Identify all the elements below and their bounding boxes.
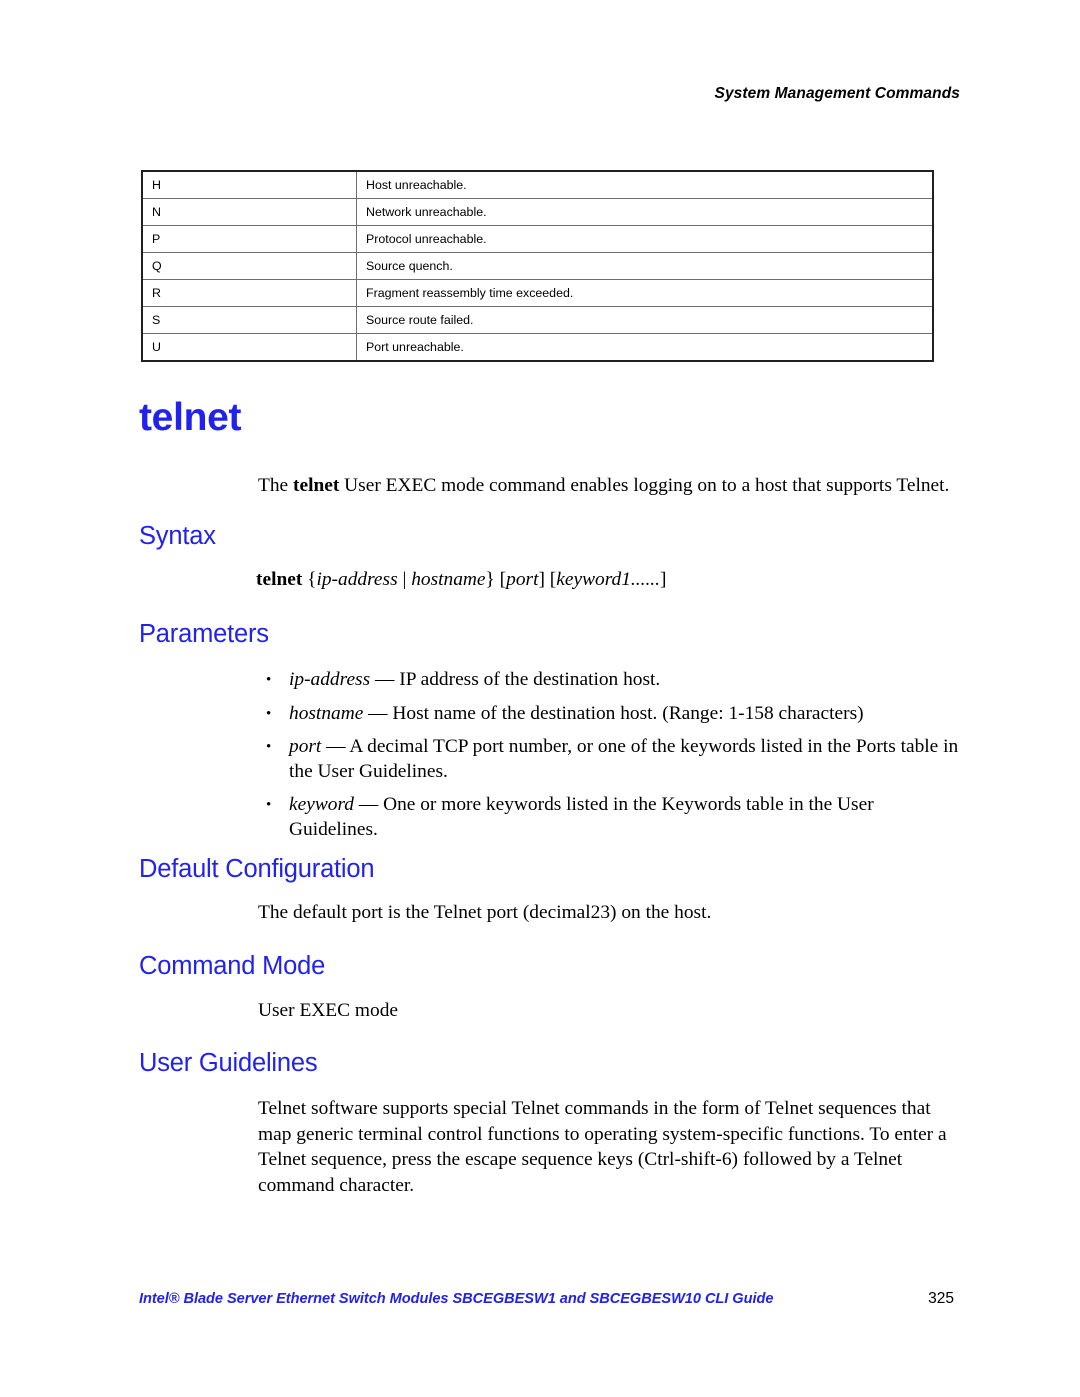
table-row: R Fragment reassembly time exceeded.	[141, 279, 934, 307]
param-term: hostname	[289, 702, 364, 724]
syntax-command-name: telnet	[256, 569, 303, 590]
table-body: H Host unreachable. N Network unreachabl…	[141, 170, 934, 362]
table-cell-code: N	[141, 198, 357, 226]
table-cell-code: R	[141, 279, 357, 307]
section-heading-command-mode: Command Mode	[139, 952, 326, 980]
table-row: U Port unreachable.	[141, 333, 934, 362]
list-item: keyword — One or more keywords listed in…	[258, 792, 964, 842]
intro-command-name: telnet	[293, 475, 340, 496]
syntax-open-brace: {	[302, 569, 317, 590]
list-item: port — A decimal TCP port number, or one…	[258, 734, 964, 784]
param-dash: —	[353, 794, 384, 816]
page-footer: Intel® Blade Server Ethernet Switch Modu…	[139, 1290, 954, 1308]
param-dash: —	[363, 702, 393, 724]
table-cell-code: Q	[141, 252, 357, 280]
syntax-arg-hostname: hostname	[411, 569, 486, 590]
table-cell-code: H	[141, 170, 357, 199]
param-description: IP address of the destination host.	[399, 669, 661, 690]
table-cell-description: Fragment reassembly time exceeded.	[356, 279, 934, 307]
table-cell-description: Network unreachable.	[356, 198, 934, 226]
param-description: A decimal TCP port number, or one of the…	[289, 736, 959, 782]
table-cell-code: U	[141, 333, 357, 362]
syntax-pipe: |	[397, 569, 412, 590]
table-cell-description: Host unreachable.	[356, 170, 934, 199]
user-guidelines-paragraph: Telnet software supports special Telnet …	[258, 1098, 947, 1196]
footer-page-number: 325	[928, 1290, 954, 1307]
section-heading-user-guidelines: User Guidelines	[139, 1049, 318, 1077]
footer-document-title: Intel® Blade Server Ethernet Switch Modu…	[139, 1291, 774, 1307]
syntax-arg-port: port	[506, 569, 539, 590]
syntax-arg-ip-address: ip-address	[316, 569, 398, 590]
syntax-command-line: telnet {ip-address | hostname} [port] [k…	[256, 568, 666, 592]
table-row: S Source route failed.	[141, 306, 934, 334]
param-dash: —	[370, 669, 400, 690]
list-item: ip-address — IP address of the destinati…	[258, 667, 964, 693]
table-row: H Host unreachable.	[141, 170, 934, 199]
intro-after: User EXEC mode command enables logging o…	[339, 475, 950, 496]
syntax-arg-keyword: keyword1......	[556, 569, 661, 590]
table-cell-description: Protocol unreachable.	[356, 225, 934, 253]
default-configuration-text: The default port is the Telnet port (dec…	[258, 902, 712, 923]
section-heading-syntax: Syntax	[139, 522, 216, 550]
table-cell-code: S	[141, 306, 357, 334]
intro-before: The	[258, 475, 293, 496]
command-intro-paragraph: The telnet User EXEC mode command enable…	[258, 474, 949, 499]
table-row: P Protocol unreachable.	[141, 225, 934, 253]
document-page: System Management Commands H Host unreac…	[0, 0, 1080, 1397]
icmp-code-table: H Host unreachable. N Network unreachabl…	[141, 170, 934, 362]
param-dash: —	[321, 736, 350, 758]
table-cell-description: Source route failed.	[356, 306, 934, 334]
table-cell-code: P	[141, 225, 357, 253]
list-item: hostname — Host name of the destination …	[258, 701, 964, 727]
param-description: Host name of the destination host. (Rang…	[392, 702, 864, 724]
param-term: port	[289, 736, 322, 758]
syntax-close-bracket: ]	[660, 569, 667, 590]
syntax-mid-bracket: ] [	[538, 569, 557, 590]
syntax-close-brace: } [	[485, 569, 507, 590]
section-heading-default-configuration: Default Configuration	[139, 855, 375, 883]
command-mode-text: User EXEC mode	[258, 1000, 399, 1021]
running-header: System Management Commands	[714, 85, 960, 102]
section-heading-parameters: Parameters	[139, 620, 269, 648]
table-cell-description: Source quench.	[356, 252, 934, 280]
param-term: keyword	[289, 794, 354, 816]
table-row: Q Source quench.	[141, 252, 934, 280]
table-cell-description: Port unreachable.	[356, 333, 934, 362]
command-title: telnet	[139, 396, 242, 439]
parameters-list: ip-address — IP address of the destinati…	[258, 667, 964, 852]
param-term: ip-address	[289, 669, 371, 690]
table-row: N Network unreachable.	[141, 198, 934, 226]
